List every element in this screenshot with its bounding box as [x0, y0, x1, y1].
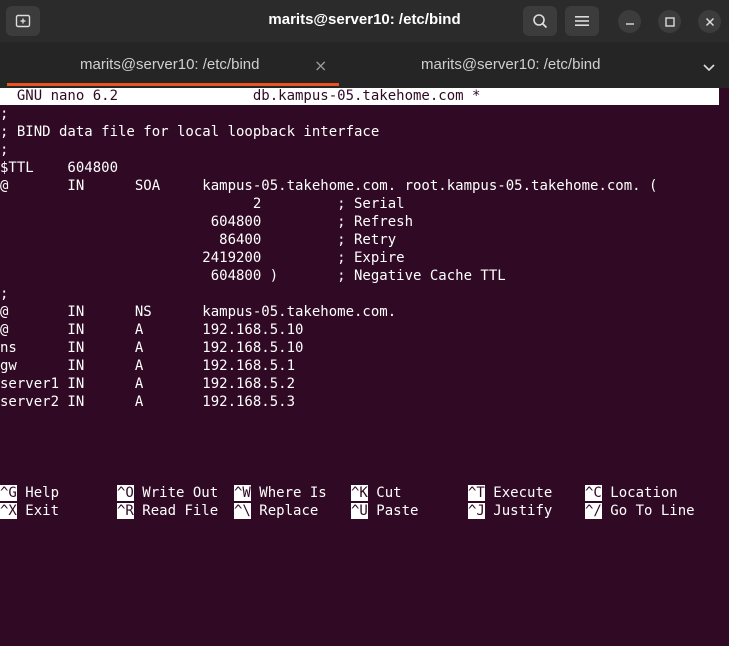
shortcut-replace[interactable]: ^\ Replace [234, 502, 318, 520]
tab-close-icon[interactable]: × [314, 56, 327, 75]
file-line: gw IN A 192.168.5.1 [0, 358, 296, 374]
active-tab-indicator [7, 83, 339, 86]
shortcut-bar-row-1: ^G Help ^O Write Out ^W Where Is ^K Cut … [0, 484, 678, 502]
nano-header: GNU nano 6.2 db.kampus-05.takehome.com * [0, 88, 719, 105]
file-line: ; [0, 286, 9, 302]
shortcut-write-out[interactable]: ^O Write Out [117, 484, 218, 502]
title-bar: marits@server10: /etc/bind [0, 0, 729, 42]
search-button[interactable] [523, 6, 557, 36]
file-line: @ IN SOA kampus-05.takehome.com. root.ka… [0, 178, 658, 194]
shortcut-go-to-line[interactable]: ^/ Go To Line [585, 502, 695, 520]
shortcut-bar-row-2: ^X Exit ^R Read File ^\ Replace ^U Paste… [0, 502, 695, 520]
shortcut-where-is[interactable]: ^W Where Is [234, 484, 327, 502]
minimize-icon [625, 22, 634, 25]
shortcut-justify[interactable]: ^J Justify [468, 502, 552, 520]
close-button[interactable] [698, 10, 721, 33]
file-line: 2419200 ; Expire [0, 250, 405, 266]
file-line: @ IN NS kampus-05.takehome.com. [0, 304, 397, 320]
file-line: ; [0, 142, 9, 158]
shortcut-location[interactable]: ^C Location [585, 484, 678, 502]
maximize-icon [664, 16, 675, 27]
shortcut-help[interactable]: ^G Help [0, 484, 59, 502]
shortcut-paste[interactable]: ^U Paste [351, 502, 418, 520]
file-line: ; [0, 106, 9, 122]
file-line: 2 ; Serial [0, 196, 405, 212]
file-line: ns IN A 192.168.5.10 [0, 340, 304, 356]
tab-dropdown-button[interactable] [702, 58, 716, 77]
file-line: @ IN A 192.168.5.10 [0, 322, 304, 338]
shortcut-execute[interactable]: ^T Execute [468, 484, 552, 502]
search-icon [533, 14, 548, 29]
shortcut-exit[interactable]: ^X Exit [0, 502, 59, 520]
shortcut-read-file[interactable]: ^R Read File [117, 502, 218, 520]
menu-button[interactable] [565, 6, 599, 36]
shortcut-cut[interactable]: ^K Cut [351, 484, 402, 502]
hamburger-menu-icon [575, 16, 589, 26]
tab-label: marits@server10: /etc/bind [421, 56, 601, 73]
file-line: 604800 ; Refresh [0, 214, 414, 230]
tab-active[interactable]: marits@server10: /etc/bind × [0, 42, 340, 88]
minimize-button[interactable] [618, 10, 641, 33]
file-line: 604800 ) ; Negative Cache TTL [0, 268, 506, 284]
chevron-down-icon [703, 64, 715, 72]
file-line: $TTL 604800 [0, 160, 119, 176]
file-line: server2 IN A 192.168.5.3 [0, 394, 296, 410]
close-icon [705, 17, 714, 26]
maximize-button[interactable] [658, 10, 681, 33]
file-line: ; BIND data file for local loopback inte… [0, 124, 380, 140]
file-line: 86400 ; Retry [0, 232, 397, 248]
tab-label: marits@server10: /etc/bind [80, 56, 260, 73]
tab-inactive[interactable]: marits@server10: /etc/bind [340, 42, 690, 88]
tab-bar: marits@server10: /etc/bind × marits@serv… [0, 42, 729, 88]
file-line: server1 IN A 192.168.5.2 [0, 376, 296, 392]
terminal-area[interactable]: GNU nano 6.2 db.kampus-05.takehome.com *… [0, 88, 729, 519]
